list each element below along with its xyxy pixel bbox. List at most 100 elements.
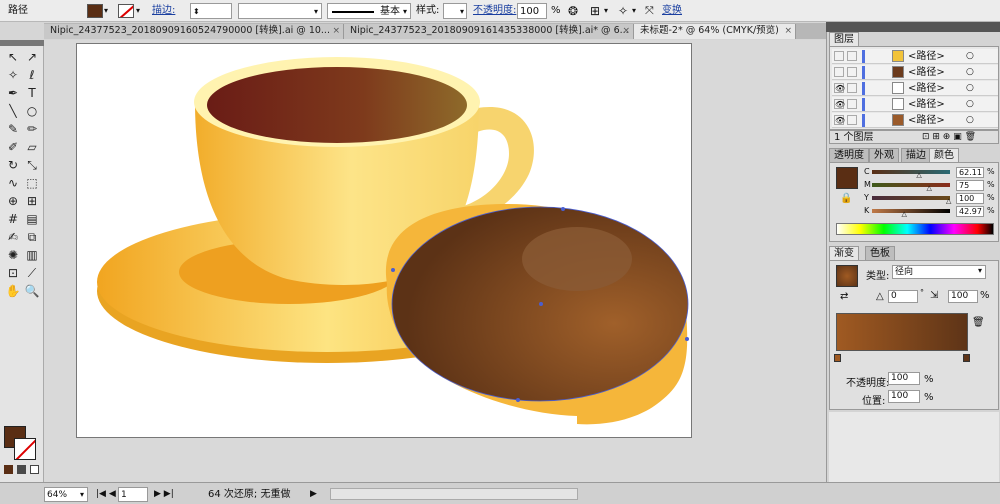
lock-icon[interactable] [847,83,857,93]
color-fill-box[interactable] [836,167,858,189]
gradient-stop-left[interactable] [834,354,841,362]
visibility-icon[interactable] [834,51,844,61]
gradient-swatch[interactable] [836,265,858,287]
chevron-down-icon[interactable]: ▾ [80,487,84,502]
tab-layers[interactable]: 图层 [829,32,859,46]
fill-swatch[interactable] [87,4,103,18]
opacity-link[interactable]: 不透明度: [473,3,516,19]
visibility-icon[interactable]: 👁 [834,99,845,109]
first-artboard-icon[interactable]: |◀ ◀ [96,487,116,502]
free-transform-icon[interactable]: ⬚ [23,176,41,190]
selection-icon[interactable]: ↖ [4,50,22,64]
close-icon[interactable]: × [784,24,792,38]
visibility-icon[interactable]: 👁 [834,83,845,93]
slider-handle-icon[interactable]: △ [902,210,907,218]
channel-input[interactable]: 62.11 [956,167,984,178]
pen-icon[interactable]: ✒ [4,86,22,100]
blob-brush-icon[interactable]: ✐ [4,140,22,154]
stop-opacity-input[interactable]: 100 [888,372,920,385]
warning-icon[interactable]: 🔒 [840,193,852,204]
reverse-gradient-icon[interactable]: ⇄ [840,291,848,302]
horizontal-scrollbar[interactable] [330,488,578,500]
target-icon[interactable]: ○ [966,49,974,64]
gradient-preview[interactable] [836,313,968,351]
chevron-down-icon[interactable]: ▾ [632,3,636,19]
stroke-dropdown-icon[interactable]: ▾ [136,3,140,19]
close-icon[interactable]: × [332,24,340,38]
eyedropper-icon[interactable]: ✍ [4,230,22,244]
opacity-input[interactable]: 100 [517,3,547,19]
layer-row[interactable]: 👁 <路径> ○ [832,97,998,112]
tab-color[interactable]: 颜色 [929,148,959,162]
channel-input[interactable]: 42.97 [956,206,984,217]
stroke-link[interactable]: 描边: [152,3,175,19]
target-icon[interactable]: ○ [966,113,974,128]
stroke-swatch[interactable] [118,4,134,18]
layer-row[interactable]: <路径> ○ [832,65,998,80]
align-icon[interactable]: ⊞ [590,3,600,19]
next-artboard-icon[interactable]: ▶ ▶| [154,487,174,502]
ellipse-icon[interactable]: ○ [23,104,41,118]
lock-icon[interactable] [847,115,857,125]
symbol-sprayer-icon[interactable]: ✺ [4,248,22,262]
status-menu-icon[interactable]: ▶ [310,487,317,502]
lock-icon[interactable] [847,51,857,61]
visibility-icon[interactable] [834,67,844,77]
eraser-icon[interactable]: ▱ [23,140,41,154]
channel-slider[interactable] [872,209,950,213]
gradient-icon[interactable]: ▤ [23,212,41,226]
fit-icon[interactable]: ⤧ [645,3,654,19]
stroke-weight-field[interactable]: ⬍ [190,3,232,19]
aspect-ratio-input[interactable]: 100 [948,290,978,303]
blend-icon[interactable]: ⧉ [23,230,41,244]
chevron-down-icon[interactable]: ▾ [604,3,608,19]
gradient-stop-right[interactable] [963,354,970,362]
close-icon[interactable]: × [622,24,630,38]
tab-document-2[interactable]: Nipic_24377523_20180909161435338000 [转换]… [344,24,634,39]
color-mode-icon[interactable] [4,465,13,474]
fill-dropdown-icon[interactable]: ▾ [104,3,108,19]
variable-width-select[interactable]: ▾ [238,3,322,19]
tab-document-3[interactable]: 未标题-2* @ 64% (CMYK/预览) × [634,24,796,39]
toolbox-grip[interactable] [0,40,44,46]
scale-icon[interactable]: ⤡ [23,158,41,172]
tab-stroke[interactable]: 描边 [901,148,931,162]
channel-input[interactable]: 100 [956,193,984,204]
color-spectrum[interactable] [836,223,994,235]
gradient-type-select[interactable]: 径向 [892,265,986,279]
angle-input[interactable]: 0 [888,290,918,303]
artboard-icon[interactable]: ⊡ [4,266,22,280]
delete-stop-icon[interactable]: 🗑 [972,317,985,328]
brush-profile-select[interactable]: 基本 ▾ [327,3,411,19]
lasso-icon[interactable]: ℓ [23,68,41,82]
layer-row[interactable]: <路径> ○ [832,49,998,64]
pencil-icon[interactable]: ✏ [23,122,41,136]
channel-slider[interactable] [872,170,950,174]
magic-wand-icon[interactable]: ✧ [4,68,22,82]
direct-selection-icon[interactable]: ↗ [23,50,41,64]
canvas-area[interactable] [44,40,826,482]
channel-input[interactable]: 75 [956,180,984,191]
visibility-icon[interactable]: 👁 [834,115,845,125]
channel-slider[interactable] [872,196,950,200]
recolor-icon[interactable]: ❂ [568,3,578,19]
tab-appearance[interactable]: 外观 [869,148,899,162]
warp-icon[interactable]: ∿ [4,176,22,190]
shape-builder-icon[interactable]: ⊕ [4,194,22,208]
target-icon[interactable]: ○ [966,65,974,80]
tab-document-1[interactable]: Nipic_24377523_20180909160524790000 [转换]… [44,24,344,39]
perspective-icon[interactable]: ⊞ [23,194,41,208]
slider-handle-icon[interactable]: △ [946,197,951,205]
slider-handle-icon[interactable]: △ [916,171,921,179]
line-icon[interactable]: ╲ [4,104,22,118]
gradient-mode-icon[interactable] [17,465,26,474]
target-icon[interactable]: ○ [966,81,974,96]
hand-icon[interactable]: ✋ [4,284,22,298]
lock-icon[interactable] [847,67,857,77]
channel-slider[interactable] [872,183,950,187]
stop-location-input[interactable]: 100 [888,390,920,403]
layer-row[interactable]: 👁 <路径> ○ [832,113,998,128]
layer-row[interactable]: 👁 <路径> ○ [832,81,998,96]
paintbrush-icon[interactable]: ✎ [4,122,22,136]
slice-icon[interactable]: ⟋ [23,266,41,280]
